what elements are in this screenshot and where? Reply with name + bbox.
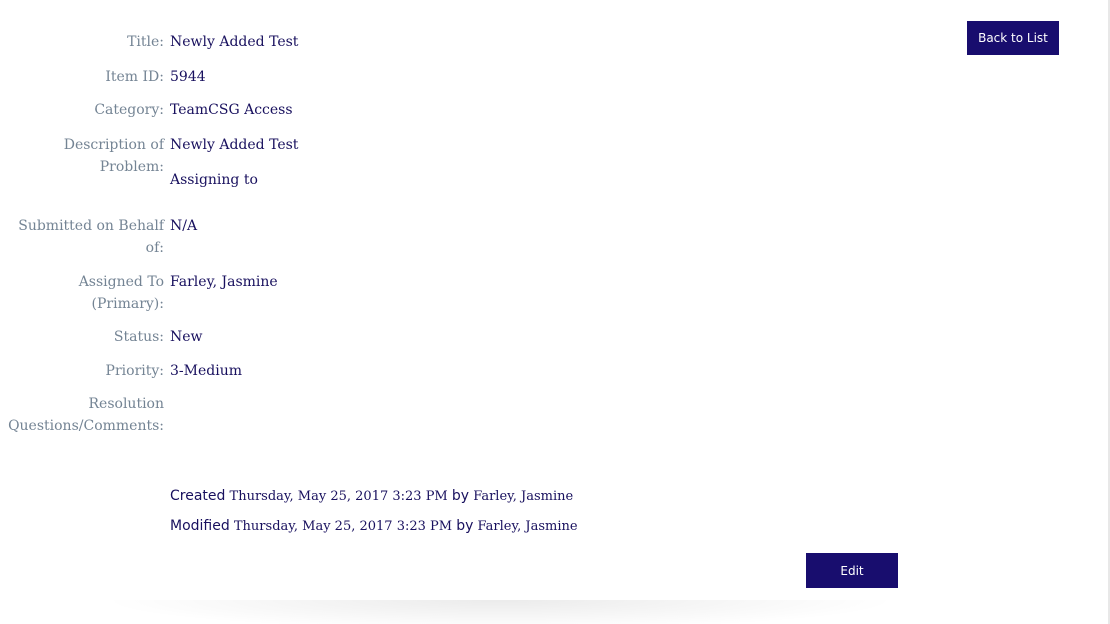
created-label: Created: [170, 488, 226, 504]
item-id-label: Item ID:: [105, 69, 164, 85]
modified-info: Modified Thursday, May 25, 2017 3:23 PM …: [170, 517, 578, 536]
field-item-id: Item ID: 5944: [0, 66, 670, 88]
modified-date: Thursday, May 25, 2017 3:23 PM: [233, 519, 453, 534]
status-label: Status:: [113, 329, 164, 345]
assigned-to-label: Assigned To (Primary):: [0, 271, 164, 315]
priority-label: Priority:: [105, 363, 164, 379]
modified-by-user: Farley, Jasmine: [477, 519, 578, 534]
category-value: TeamCSG Access: [170, 102, 293, 118]
footer-shadow: [100, 600, 900, 624]
created-by-user: Farley, Jasmine: [473, 489, 574, 504]
field-submitted-on-behalf: Submitted on Behalf of: N/A: [0, 215, 670, 259]
back-to-list-button[interactable]: Back to List: [967, 21, 1059, 55]
field-status: Status: New: [0, 326, 670, 348]
description-value-line2: Assigning to: [170, 172, 258, 188]
description-label-line2: Problem:: [99, 159, 164, 175]
title-label: Title:: [127, 34, 164, 50]
title-value: Newly Added Test: [170, 34, 299, 50]
submitted-label-line2: of:: [145, 240, 164, 256]
item-id-value: 5944: [170, 69, 206, 85]
description-label-line1: Description of: [63, 137, 164, 153]
created-by-label: by: [451, 488, 470, 504]
submitted-label-line1: Submitted on Behalf: [18, 218, 164, 234]
description-value-line1: Newly Added Test: [170, 137, 299, 153]
field-title: Title: Newly Added Test: [0, 31, 670, 53]
edit-button[interactable]: Edit: [806, 553, 898, 588]
category-label: Category:: [94, 102, 164, 118]
field-assigned-to: Assigned To (Primary): Farley, Jasmine: [0, 271, 670, 315]
assigned-label-line1: Assigned To: [78, 274, 164, 290]
description-value: Newly Added Test Assigning to: [170, 134, 670, 191]
modified-by-label: by: [456, 518, 474, 534]
field-category: Category: TeamCSG Access: [0, 99, 670, 121]
description-label: Description of Problem:: [0, 134, 164, 178]
field-resolution: Resolution Questions/Comments:: [0, 393, 670, 437]
field-priority: Priority: 3-Medium: [0, 360, 670, 382]
resolution-label-line2: Questions/Comments:: [8, 418, 164, 434]
field-description: Description of Problem: Newly Added Test…: [0, 134, 670, 191]
resolution-label: Resolution Questions/Comments:: [0, 393, 164, 437]
assigned-to-value: Farley, Jasmine: [170, 274, 278, 290]
modified-label: Modified: [170, 518, 230, 534]
assigned-label-line2: (Primary):: [91, 296, 164, 312]
resolution-label-line1: Resolution: [88, 396, 164, 412]
created-info: Created Thursday, May 25, 2017 3:23 PM b…: [170, 487, 573, 506]
status-value: New: [170, 329, 203, 345]
priority-value: 3-Medium: [170, 363, 242, 379]
submitted-on-behalf-label: Submitted on Behalf of:: [0, 215, 164, 259]
created-date: Thursday, May 25, 2017 3:23 PM: [229, 489, 448, 504]
submitted-on-behalf-value: N/A: [170, 218, 198, 234]
